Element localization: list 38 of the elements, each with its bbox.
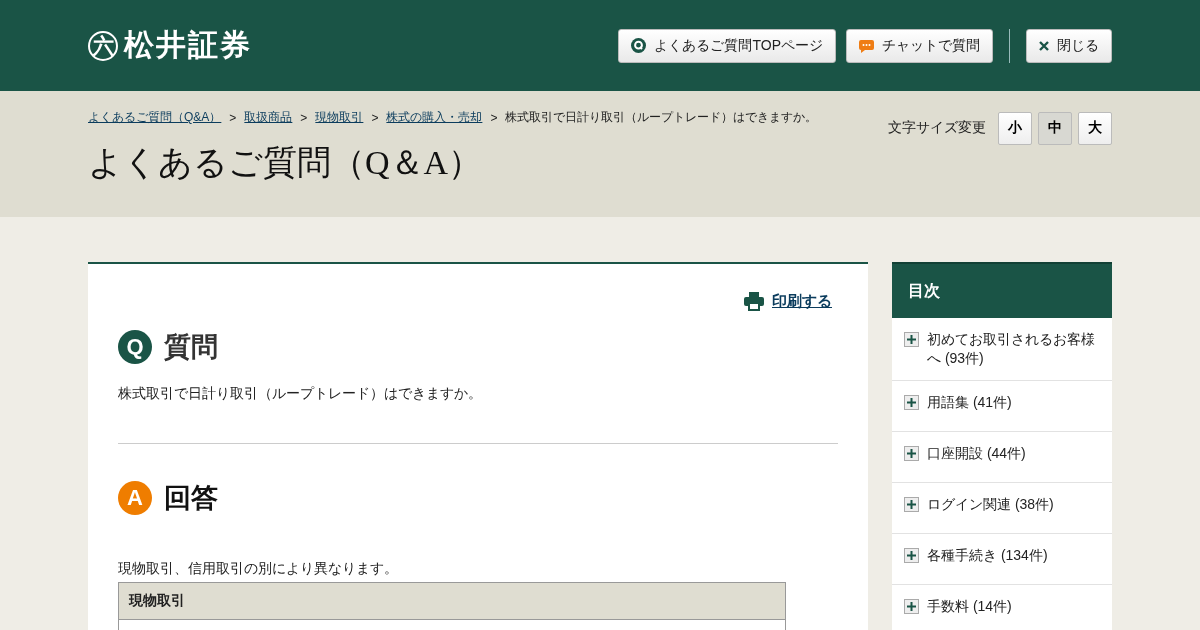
chat-button[interactable]: チャットで質問 [846,28,993,63]
sidebar-item[interactable]: ログイン関連 (38件) [892,483,1112,534]
section-heading: 質問 [164,331,218,364]
question-icon [631,38,647,53]
print-link[interactable]: 印刷する [744,292,832,311]
logo-mark: 六 [88,30,118,61]
breadcrumb-current: 株式取引で日計り取引（ループトレード）はできますか。 [505,109,818,126]
close-button[interactable]: 閉じる [1026,28,1112,63]
font-size-button[interactable]: 中 [1038,111,1072,145]
sidebar-item[interactable]: 初めてお取引されるお客様へ (93件) [892,318,1112,381]
font-size-button[interactable]: 小 [998,111,1032,145]
page-title: よくあるご質問（Q＆A） [88,143,484,183]
breadcrumb-link[interactable]: 現物取引 [315,109,364,126]
font-size-label: 文字サイズ変更 [888,119,986,137]
question-text: 株式取引で日計り取引（ループトレード）はできますか。 [118,385,483,403]
sidebar-item[interactable]: 手数料 (14件) [892,585,1112,630]
sidebar-item[interactable]: 用語集 (41件) [892,381,1112,432]
breadcrumb-separator: > [490,110,498,125]
printer-icon [744,292,764,311]
breadcrumb-separator: > [371,110,379,125]
breadcrumb-link[interactable]: 取扱商品 [244,109,293,126]
sidebar-item[interactable]: 各種手続き (134件) [892,534,1112,585]
breadcrumb-separator: > [300,110,308,125]
answer-mark-badge: A [118,481,152,515]
breadcrumb-link[interactable]: 株式の購入・売却 [386,109,483,126]
breadcrumb-link[interactable]: よくあるご質問（Q&A） [88,109,222,126]
sidebar-item[interactable]: 口座開設 (44件) [892,432,1112,483]
logo-text: 松井証券 [124,27,252,63]
font-size-button[interactable]: 大 [1078,111,1112,145]
answer-text: 現物取引、信用取引の別により異なります。 [118,560,399,578]
section-heading: 回答 [164,482,218,515]
breadcrumb-separator: > [229,110,237,125]
chat-bubble-icon [859,38,874,53]
close-icon [1039,40,1049,51]
question-mark-badge: Q [118,330,152,364]
table-header: 現物取引 [119,583,785,620]
sidebar-title: 目次 [892,262,1112,318]
faq-button[interactable]: よくあるご質問TOPページ [618,28,836,63]
